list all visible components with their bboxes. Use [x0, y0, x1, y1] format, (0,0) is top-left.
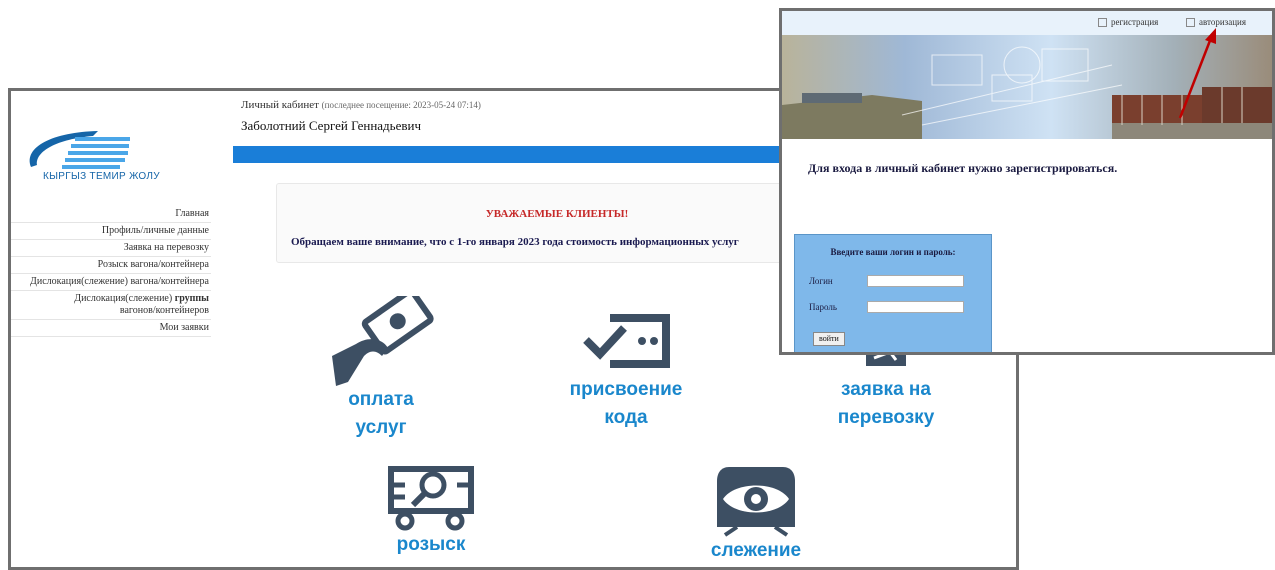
- login-required-message: Для входа в личный кабинет нужно зарегис…: [808, 161, 1118, 175]
- side-menu: Главная Профиль/личные данные Заявка на …: [11, 206, 211, 337]
- auth-link[interactable]: авторизация: [1186, 17, 1246, 28]
- tile-payment[interactable]: оплата услуг: [311, 296, 451, 442]
- user-name: Заболотний Сергей Геннадьевич: [241, 118, 422, 133]
- register-link[interactable]: регистрация: [1098, 17, 1159, 28]
- tile-request-line1: заявка на: [841, 379, 931, 400]
- login-panel-title: Введите ваши логин и пароль:: [830, 247, 956, 257]
- tile-tracking-label: слежение: [710, 540, 802, 561]
- menu-item-my-requests[interactable]: Мои заявки: [11, 320, 211, 337]
- login-button[interactable]: войти: [813, 332, 845, 346]
- last-visit: (последнее посещение: 2023-05-24 07:14): [321, 100, 481, 110]
- menu-item-wagon-search[interactable]: Розыск вагона/контейнера: [11, 257, 211, 274]
- cabinet-label: Личный кабинет: [241, 99, 319, 111]
- menu-item-group-tracking[interactable]: Дислокация(слежение) группы вагонов/конте…: [11, 291, 211, 320]
- tile-code-line1: присвоение: [569, 379, 683, 400]
- tile-code-line2: кода: [604, 407, 648, 428]
- cabinet-header: Личный кабинет (последнее посещение: 202…: [241, 99, 481, 111]
- menu-item-transport-request[interactable]: Заявка на перевозку: [11, 240, 211, 257]
- password-input[interactable]: [867, 301, 964, 313]
- tile-request-line2: перевозку: [837, 407, 935, 428]
- auth-link-label: авторизация: [1199, 17, 1246, 27]
- wagon-search-icon: [388, 466, 474, 531]
- password-label: Пароль: [809, 302, 837, 312]
- tile-payment-line1: оплата: [348, 389, 414, 410]
- top-nav-bar: регистрация авторизация: [782, 11, 1272, 35]
- tile-tracking[interactable]: слежение: [681, 461, 831, 565]
- tile-code-assignment[interactable]: присвоение кода: [551, 306, 701, 432]
- notice-title: УВАЖАЕМЫЕ КЛИЕНТЫ!: [485, 208, 629, 220]
- auth-icon: [1186, 18, 1195, 28]
- register-link-label: регистрация: [1111, 17, 1159, 27]
- railway-banner-image: [782, 35, 1272, 139]
- tile-search[interactable]: розыск: [366, 461, 496, 559]
- tile-search-label: розыск: [396, 534, 466, 555]
- menu-item-home[interactable]: Главная: [11, 206, 211, 223]
- logo-text: КЫРГЫЗ ТЕМИР ЖОЛУ: [43, 171, 160, 182]
- menu-item-group-tracking-part2: группы: [174, 293, 209, 304]
- tile-transport-request[interactable]: заявка на перевозку: [811, 346, 961, 432]
- login-window: регистрация авторизация Для входа в личн…: [779, 8, 1275, 355]
- menu-item-group-tracking-part3: вагонов/контейнеров: [119, 305, 209, 316]
- menu-item-group-tracking-part1: Дислокация(слежение): [74, 293, 173, 304]
- login-label: Логин: [809, 276, 833, 286]
- notice-box: УВАЖАЕМЫЕ КЛИЕНТЫ! Обращаем ваше внимани…: [276, 183, 838, 263]
- payment-icon: [332, 296, 434, 386]
- menu-item-profile[interactable]: Профиль/личные данные: [11, 223, 211, 240]
- login-panel: Введите ваши логин и пароль: Логин Парол…: [794, 234, 992, 352]
- ticket-check-icon: [583, 314, 670, 368]
- notice-text: Обращаем ваше внимание, что с 1-го январ…: [291, 236, 739, 248]
- menu-item-wagon-tracking[interactable]: Дислокация(слежение) вагона/контейнера: [11, 274, 211, 291]
- train-eye-icon: [717, 467, 795, 537]
- register-icon: [1098, 18, 1107, 28]
- tile-payment-line2: услуг: [355, 417, 407, 438]
- login-input[interactable]: [867, 275, 964, 287]
